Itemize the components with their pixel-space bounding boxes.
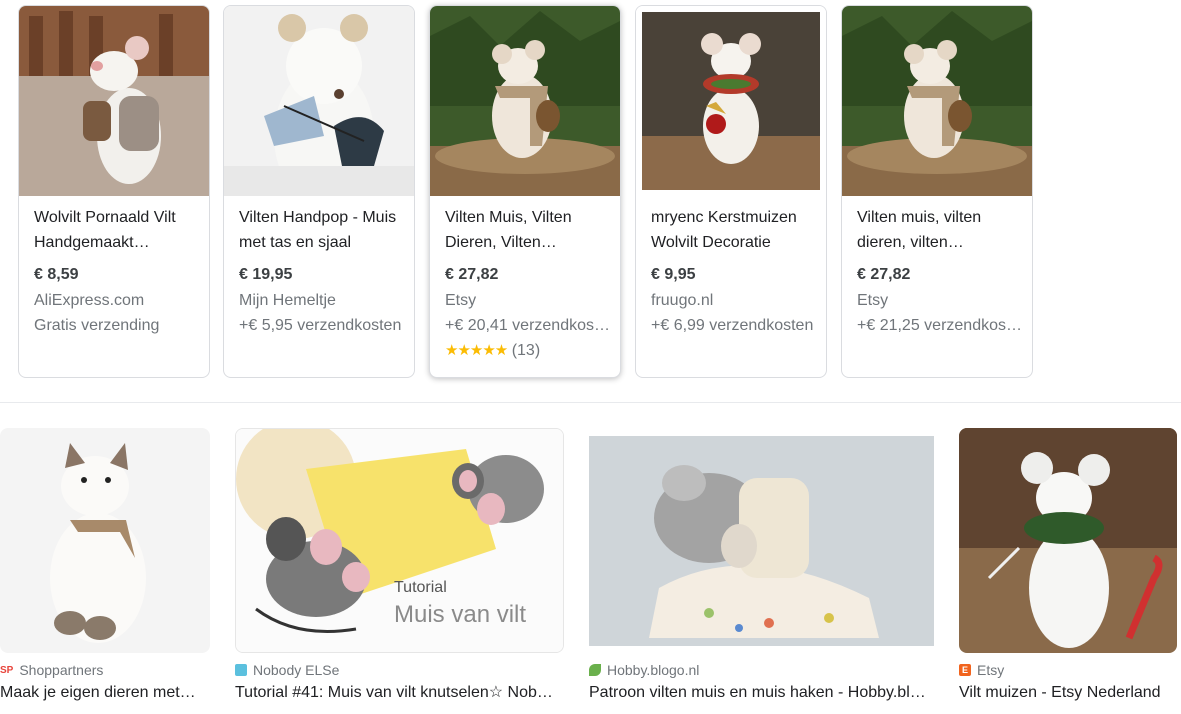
product-image-2[interactable] [224,6,414,196]
image-result-thumbnail[interactable] [589,428,934,653]
leaf-icon [589,664,601,676]
felt-hand-puppet-image [224,6,414,196]
product-image-5[interactable] [842,6,1032,196]
etsy-icon: E [959,664,971,676]
product-shipping: Gratis verzending [34,317,160,334]
source-name: Shoppartners [19,662,104,678]
product-title[interactable]: Vilten Handpop - Muis met tas en sjaal [239,205,404,255]
product-store: Etsy [445,292,477,309]
product-shipping: +€ 5,95 verzendkosten [239,317,402,334]
overlay-title: Tutorial [394,579,447,596]
product-title[interactable]: Vilten Muis, Vilten Dieren, Vilten Kerst… [445,205,610,255]
section-divider [0,402,1181,403]
product-card-5[interactable]: Vilten muis, vilten dieren, vilten kerst… [841,5,1033,378]
felt-mouse-backpack-image [19,6,209,196]
image-source[interactable]: E Etsy [959,660,1004,680]
image-result-thumbnail[interactable] [959,428,1177,653]
product-title[interactable]: Wolvilt Pornaald Vilt Handgemaakt Decora… [34,205,199,255]
favicon-icon [235,664,247,676]
product-card-3[interactable]: Vilten Muis, Vilten Dieren, Vilten Kerst… [429,5,621,378]
source-name: Etsy [977,662,1005,678]
christmas-mouse-image [636,6,826,196]
product-store: fruugo.nl [651,292,714,309]
image-caption[interactable]: Tutorial #41: Muis van vilt knutselen☆ N… [235,682,560,704]
source-name: Hobby.blogo.nl [607,662,700,678]
product-store: Mijn Hemeltje [239,292,336,309]
image-source[interactable]: Nobody ELSe [235,660,339,680]
product-price: € 8,59 [34,266,79,283]
product-price: € 27,82 [445,266,499,283]
product-card-2[interactable]: Vilten Handpop - Muis met tas en sjaal €… [223,5,415,378]
image-source[interactable]: SP Shoppartners [0,660,103,680]
felt-mouse-scarf-image [430,6,620,196]
product-rating: ★★★★★ (13) [445,338,610,363]
image-caption[interactable]: Vilt muizen - Etsy Nederland [959,682,1171,704]
product-shipping: +€ 21,25 verzendkosten [857,317,1022,334]
product-title[interactable]: mryenc Kerstmuizen Wolvilt Decoratie [651,205,816,255]
product-shipping: +€ 6,99 verzendkosten [651,317,814,334]
image-caption[interactable]: Patroon vilten muis en muis haken - Hobb… [589,682,929,704]
favicon-icon: SP [0,664,14,676]
image-result-thumbnail[interactable]: Tutorial Muis van vilt [235,428,564,653]
source-name: Nobody ELSe [253,662,340,678]
product-title[interactable]: Vilten muis, vilten dieren, vilten kerst… [857,205,1022,255]
rating-stars-icon: ★★★★★ [445,341,508,359]
product-image-3[interactable] [430,6,620,196]
felt-mouse-scarf-image [842,6,1032,196]
product-shipping: +€ 20,41 verzendkosten [445,317,610,334]
product-card-1[interactable]: Wolvilt Pornaald Vilt Handgemaakt Decora… [18,5,210,378]
product-image-1[interactable] [19,6,209,196]
product-store: Etsy [857,292,889,309]
product-store: AliExpress.com [34,292,145,309]
felt-mouse-pattern-image [589,428,934,653]
felt-cat-image [0,428,210,653]
product-price: € 27,82 [857,266,911,283]
product-price: € 19,95 [239,266,293,283]
felt-mouse-candy-cane-image [959,428,1177,653]
overlay-subtitle: Muis van vilt [394,601,527,628]
image-caption[interactable]: Maak je eigen dieren met vilt [0,682,200,704]
rating-count: (13) [511,342,541,359]
image-source[interactable]: Hobby.blogo.nl [589,660,699,680]
product-price: € 9,95 [651,266,696,283]
product-card-4[interactable]: mryenc Kerstmuizen Wolvilt Decoratie € 9… [635,5,827,378]
product-image-4[interactable] [636,6,826,196]
image-result-thumbnail[interactable] [0,428,210,653]
